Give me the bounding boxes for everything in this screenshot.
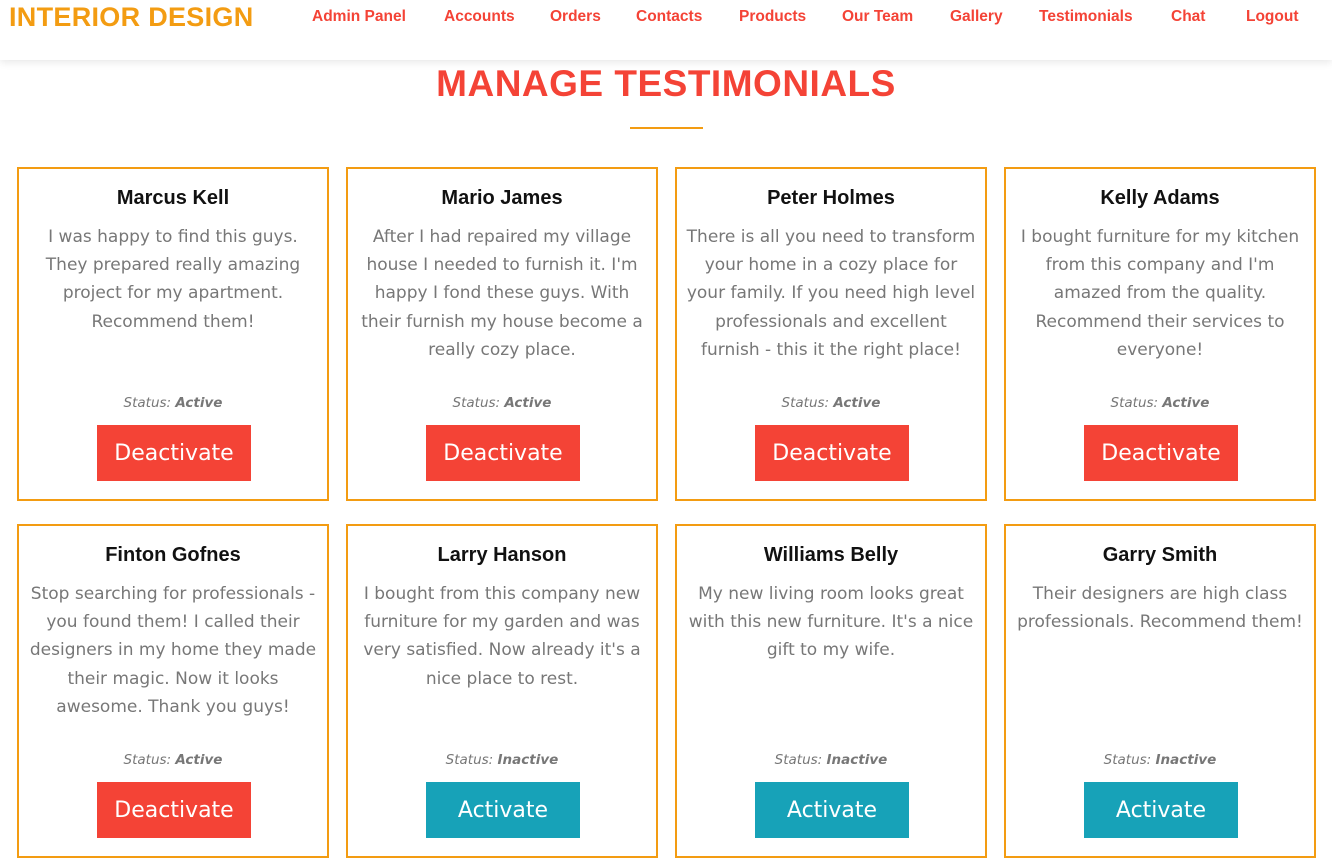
status-value: Active [504, 395, 552, 411]
navbar: INTERIOR DESIGN Admin Panel Accounts Ord… [0, 0, 1332, 60]
testimonial-text: After I had repaired my village house I … [361, 227, 643, 360]
testimonial-name: Garry Smith [1102, 544, 1218, 566]
deactivate-button[interactable]: Deactivate [97, 425, 251, 481]
status-value: Inactive [826, 752, 888, 768]
testimonial-text: I bought furniture for my kitchen from t… [1020, 227, 1300, 360]
nav-orders[interactable]: Orders [550, 8, 601, 26]
status-value: Inactive [1155, 752, 1217, 768]
status-label: Status: [445, 752, 494, 768]
status-label: Status: [774, 752, 823, 768]
nav-testimonials[interactable]: Testimonials [1039, 8, 1133, 26]
testimonial-text: I was happy to find this guys. They prep… [45, 227, 301, 332]
testimonial-status: Status: Inactive [1006, 752, 1314, 768]
testimonial-card: Garry Smith Their designers are high cla… [1004, 524, 1316, 858]
status-label: Status: [1110, 395, 1159, 411]
activate-button[interactable]: Activate [426, 782, 580, 838]
testimonial-status: Status: Active [19, 752, 327, 768]
activate-button[interactable]: Activate [1084, 782, 1238, 838]
testimonial-status: Status: Inactive [348, 752, 656, 768]
status-label: Status: [1103, 752, 1152, 768]
status-label: Status: [123, 752, 172, 768]
testimonial-card: Mario James After I had repaired my vill… [346, 167, 658, 501]
nav-logout[interactable]: Logout [1246, 8, 1299, 26]
status-value: Active [175, 752, 223, 768]
testimonial-status: Status: Active [348, 395, 656, 411]
deactivate-button[interactable]: Deactivate [426, 425, 580, 481]
status-value: Active [175, 395, 223, 411]
nav-admin-panel[interactable]: Admin Panel [312, 8, 406, 26]
testimonial-name: Williams Belly [763, 544, 899, 566]
testimonial-text: Stop searching for professionals - you f… [29, 584, 317, 717]
nav-contacts[interactable]: Contacts [636, 8, 702, 26]
testimonial-text: There is all you need to transform your … [686, 227, 976, 360]
nav-our-team[interactable]: Our Team [842, 8, 913, 26]
nav-chat[interactable]: Chat [1171, 8, 1205, 26]
testimonial-text: I bought from this company new furniture… [363, 584, 641, 689]
nav-links: Admin Panel Accounts Orders Contacts Pro… [0, 8, 1332, 30]
page-title: MANAGE TESTIMONIALS [436, 63, 896, 104]
nav-products[interactable]: Products [739, 8, 806, 26]
testimonial-name: Peter Holmes [767, 187, 895, 209]
testimonial-card: Kelly Adams I bought furniture for my ki… [1004, 167, 1316, 501]
testimonial-card: Marcus Kell I was happy to find this guy… [17, 167, 329, 501]
testimonial-card: Williams Belly My new living room looks … [675, 524, 987, 858]
testimonial-name: Kelly Adams [1100, 187, 1220, 209]
status-value: Active [1162, 395, 1210, 411]
testimonial-status: Status: Active [677, 395, 985, 411]
deactivate-button[interactable]: Deactivate [755, 425, 909, 481]
activate-button[interactable]: Activate [755, 782, 909, 838]
testimonial-text: Their designers are high class professio… [1017, 584, 1303, 633]
nav-gallery[interactable]: Gallery [950, 8, 1003, 26]
testimonial-status: Status: Inactive [677, 752, 985, 768]
testimonial-card: Peter Holmes There is all you need to tr… [675, 167, 987, 501]
testimonial-status: Status: Active [19, 395, 327, 411]
testimonial-card: Larry Hanson I bought from this company … [346, 524, 658, 858]
title-underline [630, 127, 703, 129]
testimonial-name: Finton Gofnes [105, 544, 241, 566]
status-label: Status: [123, 395, 172, 411]
testimonial-status: Status: Active [1006, 395, 1314, 411]
status-value: Inactive [497, 752, 559, 768]
testimonial-name: Mario James [441, 187, 563, 209]
status-label: Status: [781, 395, 830, 411]
testimonial-text: My new living room looks great with this… [688, 584, 974, 661]
nav-accounts[interactable]: Accounts [444, 8, 515, 26]
status-label: Status: [452, 395, 501, 411]
deactivate-button[interactable]: Deactivate [1084, 425, 1238, 481]
testimonial-card: Finton Gofnes Stop searching for profess… [17, 524, 329, 858]
status-value: Active [833, 395, 881, 411]
deactivate-button[interactable]: Deactivate [97, 782, 251, 838]
testimonial-name: Marcus Kell [116, 187, 230, 209]
testimonial-name: Larry Hanson [437, 544, 567, 566]
